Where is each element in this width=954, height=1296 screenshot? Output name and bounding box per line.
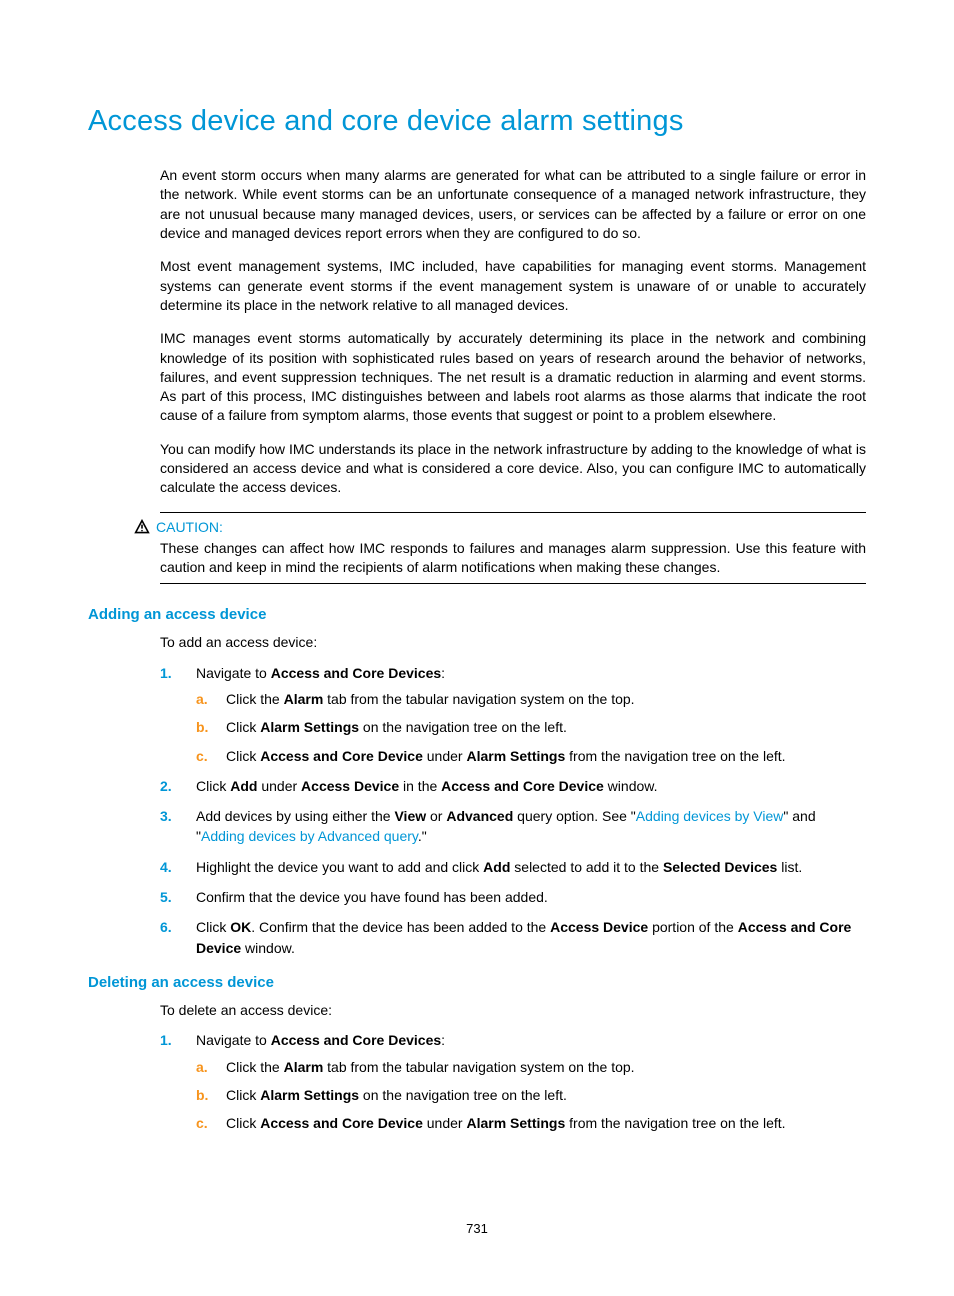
list-item: c. Click Access and Core Device under Al… — [196, 746, 866, 766]
step-number: 3. — [160, 806, 172, 826]
step-text: Navigate to Access and Core Devices: — [196, 665, 445, 681]
caution-text: These changes can affect how IMC respond… — [160, 539, 866, 578]
step-text: Confirm that the device you have found h… — [196, 889, 548, 905]
substep-text: Click Access and Core Device under Alarm… — [226, 1115, 786, 1131]
link-adding-by-advanced[interactable]: Adding devices by Advanced query — [201, 828, 418, 844]
list-item: b. Click Alarm Settings on the navigatio… — [196, 717, 866, 737]
substep-letter: a. — [196, 689, 208, 709]
delete-steps-list: 1. Navigate to Access and Core Devices: … — [160, 1030, 866, 1133]
step-number: 6. — [160, 917, 172, 937]
paragraph: You can modify how IMC understands its p… — [160, 440, 866, 498]
list-item: a. Click the Alarm tab from the tabular … — [196, 689, 866, 709]
step-number: 1. — [160, 1030, 172, 1050]
list-item: c. Click Access and Core Device under Al… — [196, 1113, 866, 1133]
substep-text: Click Access and Core Device under Alarm… — [226, 748, 786, 764]
list-item: b. Click Alarm Settings on the navigatio… — [196, 1085, 866, 1105]
step-text: Add devices by using either the View or … — [196, 808, 816, 844]
add-steps-list: 1. Navigate to Access and Core Devices: … — [160, 663, 866, 958]
list-item: 5. Confirm that the device you have foun… — [160, 887, 866, 907]
list-item: 4. Highlight the device you want to add … — [160, 857, 866, 877]
caution-icon — [134, 519, 150, 535]
step-text: Navigate to Access and Core Devices: — [196, 1032, 445, 1048]
step-number: 1. — [160, 663, 172, 683]
substep-text: Click the Alarm tab from the tabular nav… — [226, 691, 635, 707]
list-item: 6. Click OK. Confirm that the device has… — [160, 917, 866, 958]
link-adding-by-view[interactable]: Adding devices by View — [636, 808, 784, 824]
substep-letter: c. — [196, 746, 208, 766]
step-text: Click Add under Access Device in the Acc… — [196, 778, 658, 794]
substep-letter: b. — [196, 717, 208, 737]
substep-letter: a. — [196, 1057, 208, 1077]
sub-steps: a. Click the Alarm tab from the tabular … — [196, 1057, 866, 1134]
paragraph: An event storm occurs when many alarms a… — [160, 166, 866, 243]
substep-letter: c. — [196, 1113, 208, 1133]
list-item: 3. Add devices by using either the View … — [160, 806, 866, 847]
page-title: Access device and core device alarm sett… — [88, 105, 866, 138]
paragraph: IMC manages event storms automatically b… — [160, 329, 866, 426]
section-heading-delete: Deleting an access device — [88, 974, 866, 991]
list-item: 1. Navigate to Access and Core Devices: … — [160, 1030, 866, 1133]
step-text: Highlight the device you want to add and… — [196, 859, 802, 875]
intro-paragraphs: An event storm occurs when many alarms a… — [160, 166, 866, 498]
step-number: 2. — [160, 776, 172, 796]
document-page: Access device and core device alarm sett… — [0, 0, 954, 1296]
substep-text: Click Alarm Settings on the navigation t… — [226, 1087, 567, 1103]
paragraph: Most event management systems, IMC inclu… — [160, 257, 866, 315]
substep-text: Click Alarm Settings on the navigation t… — [226, 719, 567, 735]
list-item: 2. Click Add under Access Device in the … — [160, 776, 866, 796]
list-item: 1. Navigate to Access and Core Devices: … — [160, 663, 866, 766]
section-heading-add: Adding an access device — [88, 606, 866, 623]
step-number: 4. — [160, 857, 172, 877]
substep-letter: b. — [196, 1085, 208, 1105]
caution-label: CAUTION: — [156, 519, 223, 535]
page-number: 731 — [0, 1221, 954, 1236]
step-number: 5. — [160, 887, 172, 907]
section-intro: To delete an access device: — [160, 1001, 866, 1020]
caution-block: CAUTION: These changes can affect how IM… — [160, 512, 866, 585]
sub-steps: a. Click the Alarm tab from the tabular … — [196, 689, 866, 766]
step-text: Click OK. Confirm that the device has be… — [196, 919, 851, 955]
substep-text: Click the Alarm tab from the tabular nav… — [226, 1059, 635, 1075]
list-item: a. Click the Alarm tab from the tabular … — [196, 1057, 866, 1077]
section-intro: To add an access device: — [160, 633, 866, 652]
